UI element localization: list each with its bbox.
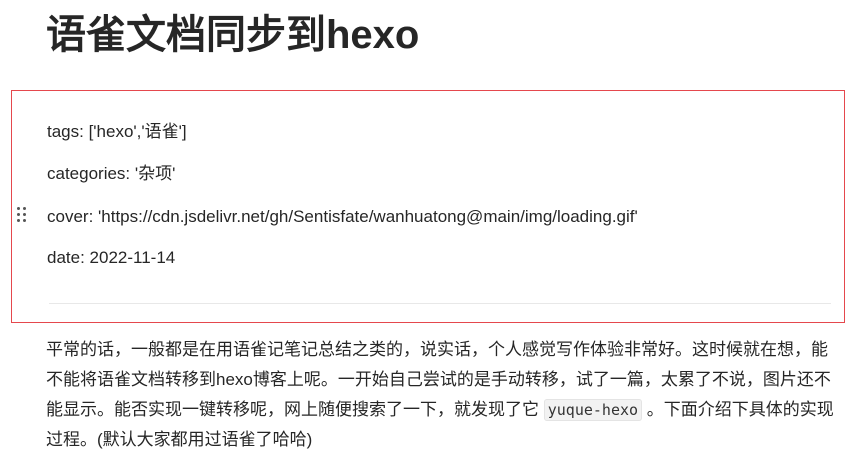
document-page: 语雀文档同步到hexo tags: ['hexo','语雀'] categori… <box>0 0 867 472</box>
body-paragraph[interactable]: 平常的话，一般都是在用语雀记笔记总结之类的，说实话，个人感觉写作体验非常好。这时… <box>46 335 836 455</box>
divider <box>49 303 831 304</box>
frontmatter-block[interactable]: tags: ['hexo','语雀'] categories: '杂项' cov… <box>11 90 845 323</box>
inline-code: yuque-hexo <box>543 399 643 421</box>
frontmatter-cover[interactable]: cover: 'https://cdn.jsdelivr.net/gh/Sent… <box>47 205 638 229</box>
frontmatter-date[interactable]: date: 2022-11-14 <box>47 246 175 270</box>
drag-handle-icon[interactable] <box>17 207 29 227</box>
frontmatter-categories[interactable]: categories: '杂项' <box>47 162 175 186</box>
document-title[interactable]: 语雀文档同步到hexo <box>46 8 419 62</box>
frontmatter-tags[interactable]: tags: ['hexo','语雀'] <box>47 120 187 144</box>
